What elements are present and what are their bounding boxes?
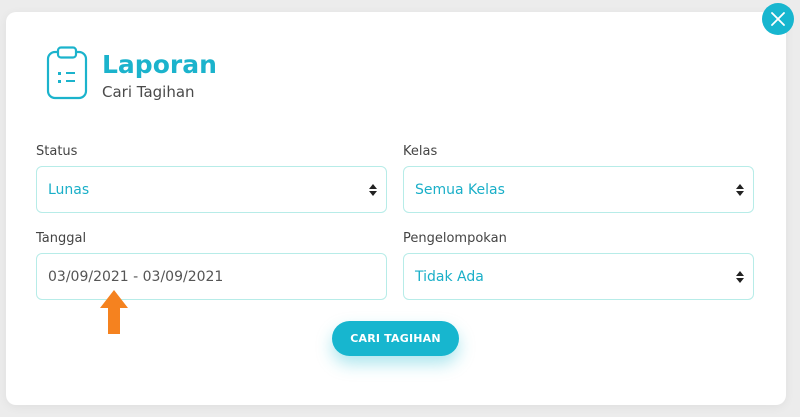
- pengelompokan-label: Pengelompokan: [403, 231, 507, 246]
- pengelompokan-select[interactable]: Tidak Ada: [403, 253, 754, 300]
- kelas-label: Kelas: [403, 144, 438, 159]
- close-button[interactable]: [762, 3, 794, 35]
- pengelompokan-select-value: Tidak Ada: [415, 268, 484, 285]
- tanggal-label: Tanggal: [36, 231, 87, 246]
- status-select[interactable]: Lunas: [36, 166, 387, 213]
- search-bills-button[interactable]: CARI TAGIHAN: [332, 321, 459, 356]
- date-range-value: 03/09/2021 - 03/09/2021: [48, 268, 224, 285]
- date-range-input[interactable]: 03/09/2021 - 03/09/2021: [36, 253, 387, 300]
- status-select-value: Lunas: [48, 181, 90, 198]
- close-icon: [771, 12, 785, 26]
- page-subtitle: Cari Tagihan: [102, 83, 195, 101]
- kelas-select-value: Semua Kelas: [415, 181, 505, 198]
- page-title: Laporan: [102, 50, 217, 79]
- clipboard-icon: [46, 46, 88, 100]
- kelas-select[interactable]: Semua Kelas: [403, 166, 754, 213]
- select-arrows-icon: [736, 271, 744, 283]
- select-arrows-icon: [736, 184, 744, 196]
- select-arrows-icon: [369, 184, 377, 196]
- status-label: Status: [36, 144, 78, 159]
- arrow-up-icon: [100, 290, 128, 334]
